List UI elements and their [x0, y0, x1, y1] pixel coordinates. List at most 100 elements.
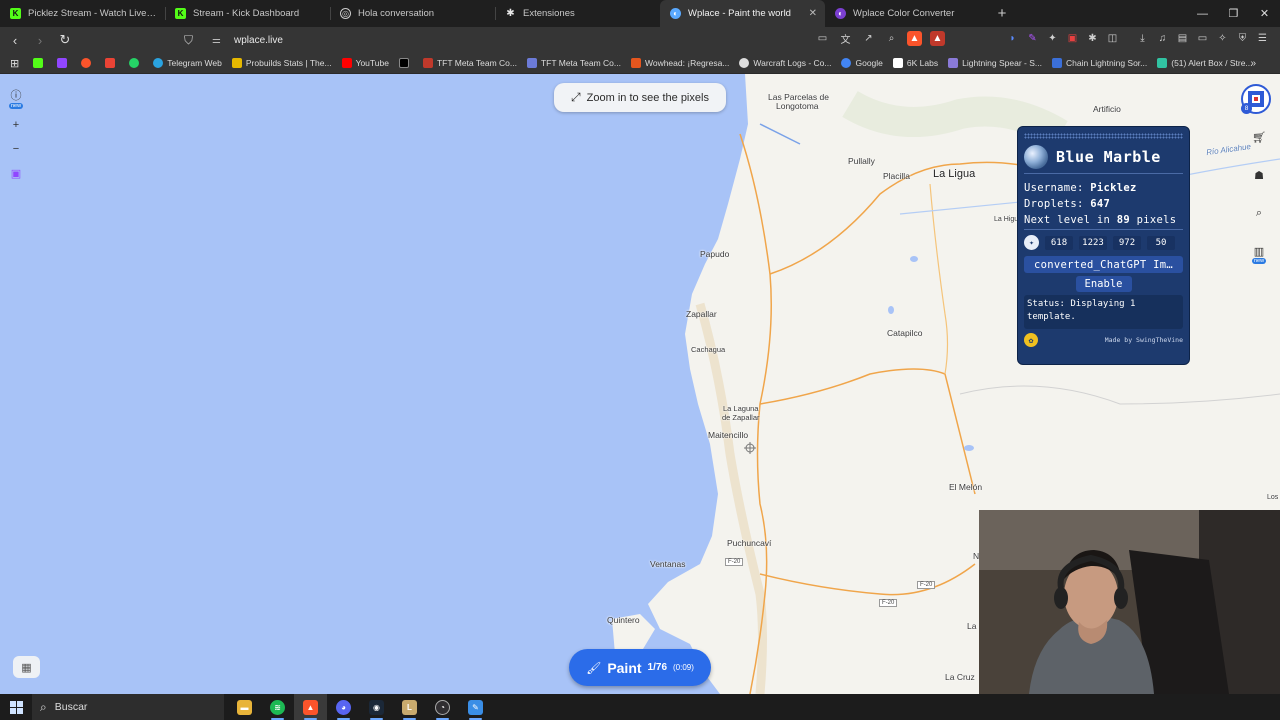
- new-tab-button[interactable]: +: [990, 0, 1014, 27]
- zoom-hint-button[interactable]: ⤢ Zoom in to see the pixels: [554, 83, 726, 112]
- address-bar[interactable]: ⛉ ⚌ wplace.live: [184, 30, 920, 50]
- extension-record-icon[interactable]: ▣: [1065, 31, 1080, 46]
- tft-icon: [422, 58, 433, 68]
- zoom-in-button[interactable]: +: [6, 115, 26, 135]
- downloads-icon[interactable]: ⤓: [1135, 31, 1150, 46]
- leo-ai-icon[interactable]: ✧: [1215, 31, 1230, 46]
- taskbar-paint-app[interactable]: ✎: [459, 694, 492, 720]
- tab-title: Stream - Kick Dashboard: [193, 8, 300, 19]
- kick-bookmark-icon: [33, 58, 44, 68]
- minimize-icon[interactable]: —: [1187, 0, 1218, 27]
- tab-kick-dashboard[interactable]: K Stream - Kick Dashboard: [165, 0, 330, 27]
- more-bookmarks-icon[interactable]: »: [1250, 58, 1256, 69]
- vpn-icon[interactable]: ⛨: [1235, 31, 1250, 46]
- place-label: Longotoma: [776, 101, 819, 111]
- road-sign: F-20: [725, 558, 744, 566]
- extension-audio-icon[interactable]: ◗: [1005, 31, 1020, 46]
- tab-picklez-stream[interactable]: K Picklez Stream - Watch Live on Kick: [0, 0, 165, 27]
- bookmark-lightning-spear[interactable]: Lightning Spear - S...: [948, 58, 1042, 68]
- bookmark-wowhead[interactable]: Wowhead: ¡Regresa...: [630, 58, 729, 68]
- tab-title: Picklez Stream - Watch Live on Kick: [28, 8, 157, 19]
- paint-button[interactable]: 🖌︎ Paint 1/76 (0:09): [569, 649, 711, 686]
- coord-tile-y[interactable]: 1223: [1079, 235, 1107, 250]
- share-icon[interactable]: ↗: [861, 31, 876, 46]
- template-file-button[interactable]: converted_ChatGPT Im…: [1024, 256, 1183, 273]
- reading-list-icon[interactable]: ▤: [1175, 31, 1190, 46]
- paint-charges: 1/76: [647, 662, 668, 673]
- tab-extensiones[interactable]: ✱ Extensiones: [495, 0, 660, 27]
- enable-button[interactable]: Enable: [1075, 276, 1132, 292]
- gmail-bookmark-icon: [105, 58, 116, 68]
- coord-tile-x[interactable]: 618: [1045, 235, 1073, 250]
- zoom-icon[interactable]: ⌕: [884, 31, 899, 46]
- bookmark-kick[interactable]: [33, 58, 47, 68]
- blue-marble-globe-icon[interactable]: [1024, 145, 1048, 169]
- close-tab-icon[interactable]: ✕: [809, 8, 817, 19]
- coord-pixel-y[interactable]: 50: [1147, 235, 1175, 250]
- taskbar-spotify[interactable]: ≋: [261, 694, 294, 720]
- menu-icon[interactable]: ☰: [1255, 31, 1270, 46]
- sidebar-icon[interactable]: ◫: [1105, 31, 1120, 46]
- bookmark-gmail[interactable]: [105, 58, 119, 68]
- leaderboard-icon[interactable]: ▥ new: [1250, 242, 1268, 266]
- taskbar-obs[interactable]: ◔: [426, 694, 459, 720]
- bookmark-x[interactable]: [398, 58, 413, 68]
- taskbar-brave[interactable]: ▲: [294, 694, 327, 720]
- reload-icon[interactable]: ↻: [55, 30, 75, 50]
- extension-pen-icon[interactable]: ✎: [1025, 31, 1040, 46]
- bookmark-warcraftlogs[interactable]: Warcraft Logs - Co...: [739, 58, 831, 68]
- start-button[interactable]: [0, 700, 32, 714]
- bookmark-google[interactable]: Google: [841, 58, 883, 68]
- bookmark-whatsapp[interactable]: [129, 58, 143, 68]
- whatsapp-bookmark-icon: [129, 58, 140, 68]
- taskbar-search[interactable]: ⌕ Buscar: [32, 694, 224, 720]
- tab-wplace-paint[interactable]: ◐ Wplace - Paint the world ✕: [660, 0, 825, 27]
- map-layers-button[interactable]: ▦: [13, 656, 40, 678]
- url-text[interactable]: wplace.live: [234, 35, 283, 46]
- twitch-icon[interactable]: ▣: [6, 163, 26, 183]
- store-icon[interactable]: 🛒︎: [1250, 128, 1268, 146]
- taskbar-file-explorer[interactable]: ▬: [228, 694, 261, 720]
- bookmark-brave[interactable]: [81, 58, 95, 68]
- extensions-puzzle-icon[interactable]: ✱: [1085, 31, 1100, 46]
- next-level-value: 89: [1116, 214, 1130, 226]
- bookmark-telegram[interactable]: Telegram Web: [153, 58, 222, 68]
- pin-icon[interactable]: ✦: [1024, 235, 1039, 250]
- wallet-icon[interactable]: ▭: [1195, 31, 1210, 46]
- taskbar-steam[interactable]: ◉: [360, 694, 393, 720]
- alliance-icon[interactable]: ☗: [1250, 166, 1268, 184]
- bookmark-icon[interactable]: ⛉: [184, 33, 198, 48]
- search-icon[interactable]: ⌕: [1250, 204, 1268, 222]
- coord-pixel-x[interactable]: 972: [1113, 235, 1141, 250]
- install-app-icon[interactable]: ▭: [815, 31, 830, 46]
- bookmark-twitch[interactable]: [57, 58, 71, 68]
- color-filter-icon[interactable]: ✿: [1024, 333, 1038, 347]
- apps-icon[interactable]: ⊞: [10, 57, 19, 70]
- place-label: Zapallar: [686, 309, 717, 319]
- bookmark-youtube[interactable]: YouTube: [341, 58, 389, 68]
- info-icon[interactable]: ⓘ: [6, 85, 26, 105]
- taskbar-discord[interactable]: ◕: [327, 694, 360, 720]
- bookmark-alert-box[interactable]: (51) Alert Box / Stre...: [1157, 58, 1253, 68]
- tab-hola-conversation[interactable]: ◎ Hola conversation: [330, 0, 495, 27]
- restore-icon[interactable]: ❐: [1218, 0, 1249, 27]
- google-icon: [841, 58, 852, 68]
- media-icon[interactable]: ♫: [1155, 31, 1170, 46]
- taskbar-league[interactable]: L: [393, 694, 426, 720]
- brave-rewards-icon[interactable]: ▲: [930, 31, 945, 46]
- bookmark-chain-lightning[interactable]: Chain Lightning Sor...: [1051, 58, 1147, 68]
- zoom-out-button[interactable]: −: [6, 139, 26, 159]
- brave-shields-icon[interactable]: ▲: [907, 31, 922, 46]
- bookmark-6klabs[interactable]: 6K Labs: [892, 58, 938, 68]
- forward-icon[interactable]: ›: [30, 30, 50, 50]
- tab-wplace-color-converter[interactable]: ◐ Wplace Color Converter: [825, 0, 990, 27]
- panel-drag-handle[interactable]: [1024, 133, 1183, 139]
- bookmark-tft-1[interactable]: TFT Meta Team Co...: [422, 58, 517, 68]
- translate-icon[interactable]: 文: [838, 31, 853, 46]
- bookmark-probuilds[interactable]: Probuilds Stats | The...: [231, 58, 332, 68]
- back-icon[interactable]: ‹: [5, 30, 25, 50]
- site-settings-icon[interactable]: ⚌: [212, 35, 226, 46]
- close-window-icon[interactable]: ✕: [1249, 0, 1280, 27]
- bookmark-tft-2[interactable]: TFT Meta Team Co...: [526, 58, 621, 68]
- extension-star-icon[interactable]: ✦: [1045, 31, 1060, 46]
